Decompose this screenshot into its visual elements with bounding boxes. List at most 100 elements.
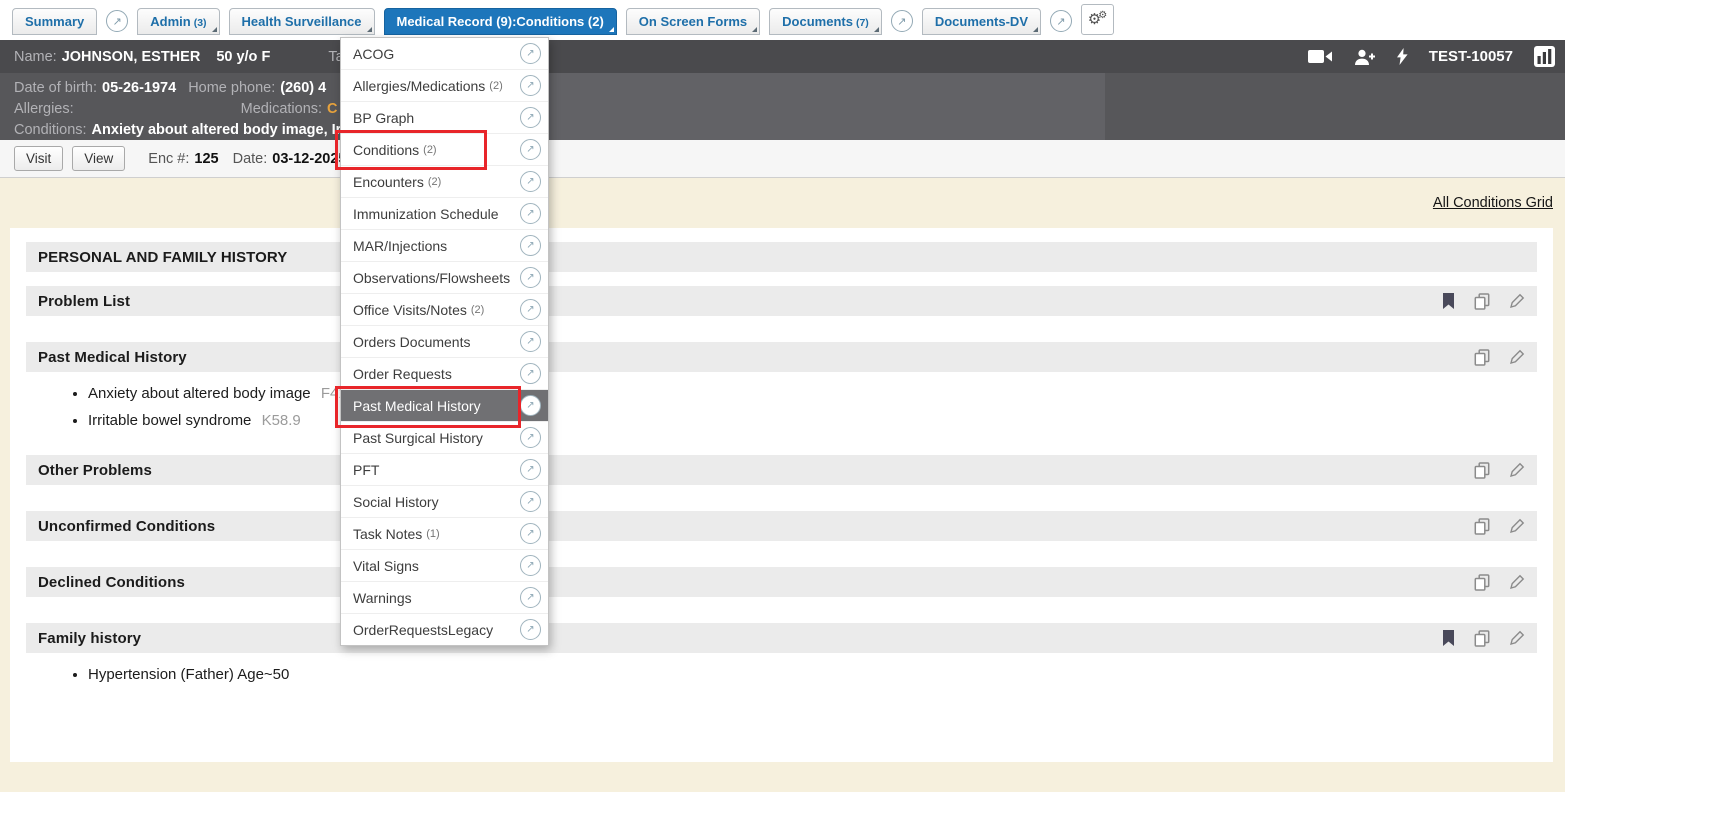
enc-label: Enc #: (148, 151, 189, 167)
tab-medical-record[interactable]: Medical Record (9):Conditions (2) (384, 8, 617, 35)
external-link-icon[interactable]: ↗ (520, 491, 541, 512)
edit-pencil-icon[interactable] (1509, 630, 1525, 646)
external-link-icon[interactable]: ↗ (520, 43, 541, 64)
copy-icon[interactable] (1474, 293, 1490, 310)
tab-summary[interactable]: Summary (12, 8, 97, 35)
external-link-icon[interactable]: ↗ (520, 587, 541, 608)
allergies-medications-row: Allergies: Medications: C (0, 99, 1565, 119)
menu-item-count: (1) (426, 528, 439, 540)
visit-button[interactable]: Visit (14, 146, 63, 171)
menu-item-past-medical-history[interactable]: Past Medical History ↗ (341, 390, 548, 422)
menu-item-task-notes[interactable]: Task Notes (1) ↗ (341, 518, 548, 550)
lightning-bolt-icon[interactable] (1397, 48, 1408, 65)
external-link-icon[interactable]: ↗ (520, 459, 541, 480)
section-header[interactable]: Problem List (26, 286, 1537, 316)
tab-documents[interactable]: Documents (7) (769, 8, 882, 35)
external-link-icon[interactable]: ↗ (106, 10, 128, 32)
bookmark-icon[interactable] (1442, 630, 1455, 646)
copy-icon[interactable] (1474, 462, 1490, 479)
menu-item-past-surgical-history[interactable]: Past Surgical History ↗ (341, 422, 548, 454)
menu-item-label: Immunization Schedule (353, 206, 499, 222)
menu-item-conditions[interactable]: Conditions (2) ↗ (341, 134, 548, 166)
tab-documents-dv[interactable]: Documents-DV (922, 8, 1041, 35)
menu-item-order-requests[interactable]: Order Requests ↗ (341, 358, 548, 390)
external-link-icon[interactable]: ↗ (520, 139, 541, 160)
medications-label: Medications: (241, 101, 322, 117)
menu-item-office-visits-notes[interactable]: Office Visits/Notes (2) ↗ (341, 294, 548, 326)
menu-item-acog[interactable]: ACOG ↗ (341, 38, 548, 70)
menu-item-label: PFT (353, 462, 379, 478)
menu-item-vital-signs[interactable]: Vital Signs ↗ (341, 550, 548, 582)
edit-pencil-icon[interactable] (1509, 574, 1525, 590)
bar-chart-icon[interactable] (1534, 46, 1555, 67)
external-link-icon[interactable]: ↗ (520, 427, 541, 448)
menu-item-encounters[interactable]: Encounters (2) ↗ (341, 166, 548, 198)
section-header[interactable]: Other Problems (26, 455, 1537, 485)
external-link-icon[interactable]: ↗ (1050, 10, 1072, 32)
menu-item-immunization-schedule[interactable]: Immunization Schedule ↗ (341, 198, 548, 230)
tab-documents-label: Documents (782, 14, 853, 29)
section-other-problems: Other Problems (26, 455, 1537, 485)
copy-icon[interactable] (1474, 630, 1490, 647)
menu-item-label: MAR/Injections (353, 238, 447, 254)
external-link-icon[interactable]: ↗ (520, 363, 541, 384)
external-link-icon[interactable]: ↗ (520, 299, 541, 320)
external-link-icon[interactable]: ↗ (520, 555, 541, 576)
tab-admin-label: Admin (150, 14, 190, 29)
edit-pencil-icon[interactable] (1509, 293, 1525, 309)
edit-pencil-icon[interactable] (1509, 518, 1525, 534)
section-header[interactable]: Past Medical History (26, 342, 1537, 372)
tab-health-surveillance[interactable]: Health Surveillance (229, 8, 375, 35)
all-conditions-grid-link[interactable]: All Conditions Grid (1433, 195, 1553, 211)
condition-code: K58.9 (262, 412, 301, 429)
menu-item-warnings[interactable]: Warnings ↗ (341, 582, 548, 614)
menu-item-mar-injections[interactable]: MAR/Injections ↗ (341, 230, 548, 262)
menu-item-pft[interactable]: PFT ↗ (341, 454, 548, 486)
section-header[interactable]: Declined Conditions (26, 567, 1537, 597)
add-user-icon[interactable] (1354, 49, 1376, 65)
copy-icon[interactable] (1474, 574, 1490, 591)
menu-item-bp-graph[interactable]: BP Graph ↗ (341, 102, 548, 134)
external-link-icon[interactable]: ↗ (520, 171, 541, 192)
external-link-icon[interactable]: ↗ (520, 331, 541, 352)
menu-item-observations-flowsheets[interactable]: Observations/Flowsheets ↗ (341, 262, 548, 294)
conditions-row: Conditions: Anxiety about altered body i… (0, 120, 1565, 140)
external-link-icon[interactable]: ↗ (520, 267, 541, 288)
section-header[interactable]: Family history (26, 623, 1537, 653)
external-link-icon[interactable]: ↗ (520, 235, 541, 256)
section-unconfirmed-conditions: Unconfirmed Conditions (26, 511, 1537, 541)
arrow-glyph: ↗ (526, 80, 534, 91)
copy-icon[interactable] (1474, 349, 1490, 366)
menu-item-label: Orders Documents (353, 334, 470, 350)
external-link-icon[interactable]: ↗ (520, 75, 541, 96)
section-header[interactable]: Unconfirmed Conditions (26, 511, 1537, 541)
menu-item-allergies-medications[interactable]: Allergies/Medications (2) ↗ (341, 70, 548, 102)
external-link-icon[interactable]: ↗ (520, 523, 541, 544)
edit-pencil-icon[interactable] (1509, 462, 1525, 478)
menu-item-orderrequestslegacy[interactable]: OrderRequestsLegacy ↗ (341, 614, 548, 645)
date-label: Date: (233, 151, 268, 167)
menu-item-count: (2) (471, 304, 484, 316)
menu-item-social-history[interactable]: Social History ↗ (341, 486, 548, 518)
external-link-icon[interactable]: ↗ (520, 203, 541, 224)
view-button[interactable]: View (72, 146, 125, 171)
section-title: Problem List (38, 293, 130, 310)
bookmark-icon[interactable] (1442, 293, 1455, 309)
edit-pencil-icon[interactable] (1509, 349, 1525, 365)
section-header-personal-and-family-history: PERSONAL AND FAMILY HISTORY (26, 242, 1537, 272)
tab-medical-record-label: Medical Record (9):Conditions (2) (397, 14, 604, 29)
enc-value: 125 (194, 151, 218, 167)
external-link-icon[interactable]: ↗ (520, 107, 541, 128)
copy-icon[interactable] (1474, 518, 1490, 535)
video-camera-icon[interactable] (1308, 49, 1333, 64)
tab-on-screen-forms[interactable]: On Screen Forms (626, 8, 760, 35)
settings-gear-button[interactable]: ⚙ ⚙ (1081, 4, 1114, 35)
menu-item-orders-documents[interactable]: Orders Documents ↗ (341, 326, 548, 358)
external-link-icon[interactable]: ↗ (520, 619, 541, 640)
date-value: 03-12-2025 (272, 151, 346, 167)
arrow-glyph: ↗ (897, 15, 906, 28)
tab-admin[interactable]: Admin (3) (137, 8, 219, 35)
condition-item: Hypertension (Father) Age~50 (88, 666, 1537, 683)
external-link-icon[interactable]: ↗ (520, 395, 541, 416)
external-link-icon[interactable]: ↗ (891, 10, 913, 32)
